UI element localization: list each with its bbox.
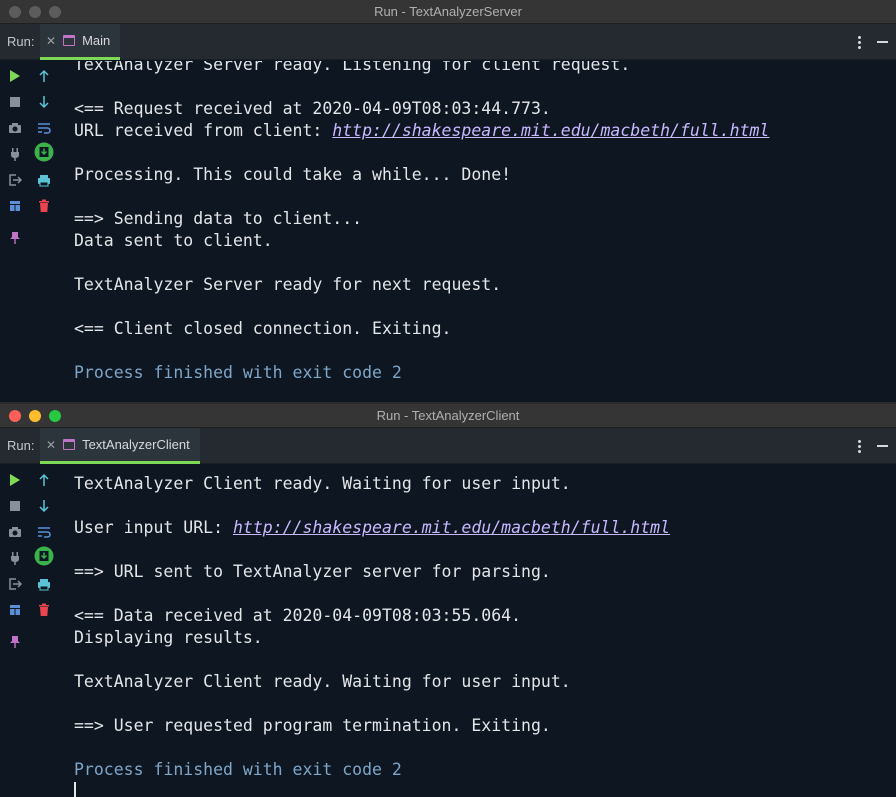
close-window-button[interactable] bbox=[9, 410, 21, 422]
soft-wrap-icon[interactable] bbox=[34, 118, 54, 138]
window-title: Run - TextAnalyzerServer bbox=[374, 4, 522, 19]
up-arrow-icon[interactable] bbox=[34, 470, 54, 490]
minimize-window-button[interactable] bbox=[29, 6, 41, 18]
tab-textanalyzerclient[interactable]: ✕ TextAnalyzerClient bbox=[40, 428, 200, 464]
print-icon[interactable] bbox=[34, 170, 54, 190]
application-icon bbox=[63, 439, 76, 450]
console-line: Data sent to client. bbox=[74, 231, 273, 250]
run-tab-bar: Run: ✕ TextAnalyzerClient bbox=[0, 428, 896, 464]
console-line: Processing. This could take a while... D… bbox=[74, 165, 512, 184]
exit-status-line: Process finished with exit code 2 bbox=[74, 760, 402, 779]
clipped-line bbox=[74, 465, 896, 473]
title-bar: Run - TextAnalyzerClient bbox=[0, 404, 896, 428]
tab-main[interactable]: ✕ Main bbox=[40, 24, 121, 60]
trash-icon[interactable] bbox=[34, 600, 54, 620]
stop-icon[interactable] bbox=[5, 496, 25, 516]
console-line: URL received from client: http://shakesp… bbox=[74, 120, 896, 142]
console-output[interactable]: TextAnalyzer Server ready. Listening for… bbox=[74, 61, 896, 402]
console-line: TextAnalyzer Client ready. Waiting for u… bbox=[74, 672, 571, 691]
up-arrow-icon[interactable] bbox=[34, 66, 54, 86]
tab-label: Main bbox=[82, 33, 111, 48]
print-icon[interactable] bbox=[34, 574, 54, 594]
zoom-window-button[interactable] bbox=[49, 410, 61, 422]
console-line: TextAnalyzer Client ready. Waiting for u… bbox=[74, 474, 571, 493]
close-tab-icon[interactable]: ✕ bbox=[46, 34, 56, 48]
pin-icon[interactable] bbox=[5, 228, 25, 248]
layout-icon[interactable] bbox=[5, 600, 25, 620]
title-bar: Run - TextAnalyzerServer bbox=[0, 0, 896, 24]
run-tab-bar: Run: ✕ Main bbox=[0, 24, 896, 60]
run-label: Run: bbox=[7, 438, 35, 453]
window-title: Run - TextAnalyzerClient bbox=[376, 408, 520, 423]
camera-icon[interactable] bbox=[5, 118, 25, 138]
url-link[interactable]: http://shakespeare.mit.edu/macbeth/full.… bbox=[332, 121, 769, 140]
console-line-label: URL received from client: bbox=[74, 121, 333, 140]
close-window-button[interactable] bbox=[9, 6, 21, 18]
stop-icon[interactable] bbox=[5, 92, 25, 112]
run-icon[interactable] bbox=[5, 470, 25, 490]
console-line: ==> User requested program termination. … bbox=[74, 716, 551, 735]
soft-wrap-icon[interactable] bbox=[34, 522, 54, 542]
hide-panel-icon[interactable] bbox=[877, 41, 888, 43]
console-line: <== Client closed connection. Exiting. bbox=[74, 319, 452, 338]
console-line: <== Request received at 2020-04-09T08:03… bbox=[74, 99, 551, 118]
plug-icon[interactable] bbox=[5, 548, 25, 568]
trash-icon[interactable] bbox=[34, 196, 54, 216]
minimize-window-button[interactable] bbox=[29, 410, 41, 422]
console-line-label: User input URL: bbox=[74, 518, 233, 537]
console-line: ==> Sending data to client... bbox=[74, 209, 363, 228]
run-icon[interactable] bbox=[5, 66, 25, 86]
pin-icon[interactable] bbox=[5, 632, 25, 652]
run-toolbar bbox=[0, 465, 60, 797]
more-options-icon[interactable] bbox=[858, 439, 861, 453]
console-line: Displaying results. bbox=[74, 628, 263, 647]
console-line: User input URL: http://shakespeare.mit.e… bbox=[74, 517, 896, 539]
text-cursor bbox=[74, 782, 76, 797]
layout-icon[interactable] bbox=[5, 196, 25, 216]
more-options-icon[interactable] bbox=[858, 35, 861, 49]
console-line: TextAnalyzer Server ready for next reque… bbox=[74, 275, 502, 294]
hide-panel-icon[interactable] bbox=[877, 445, 888, 447]
down-arrow-icon[interactable] bbox=[34, 92, 54, 112]
tab-label: TextAnalyzerClient bbox=[82, 437, 190, 452]
console-line: <== Data received at 2020-04-09T08:03:55… bbox=[74, 606, 522, 625]
run-toolbar bbox=[0, 61, 60, 402]
scroll-to-end-icon[interactable] bbox=[34, 546, 54, 566]
exit-status-line: Process finished with exit code 2 bbox=[74, 363, 402, 382]
down-arrow-icon[interactable] bbox=[34, 496, 54, 516]
plug-icon[interactable] bbox=[5, 144, 25, 164]
exit-icon[interactable] bbox=[5, 170, 25, 190]
application-icon bbox=[63, 35, 76, 46]
console-output[interactable]: TextAnalyzer Client ready. Waiting for u… bbox=[74, 465, 896, 797]
console-line: TextAnalyzer Server ready. Listening for… bbox=[74, 61, 631, 74]
url-link[interactable]: http://shakespeare.mit.edu/macbeth/full.… bbox=[233, 518, 670, 537]
scroll-to-end-icon[interactable] bbox=[34, 142, 54, 162]
zoom-window-button[interactable] bbox=[49, 6, 61, 18]
exit-icon[interactable] bbox=[5, 574, 25, 594]
console-line: ==> URL sent to TextAnalyzer server for … bbox=[74, 562, 551, 581]
camera-icon[interactable] bbox=[5, 522, 25, 542]
close-tab-icon[interactable]: ✕ bbox=[46, 438, 56, 452]
run-label: Run: bbox=[7, 34, 35, 49]
server-run-window: Run - TextAnalyzerServer Run: ✕ Main Tex… bbox=[0, 0, 896, 402]
client-run-window: Run - TextAnalyzerClient Run: ✕ TextAnal… bbox=[0, 404, 896, 797]
